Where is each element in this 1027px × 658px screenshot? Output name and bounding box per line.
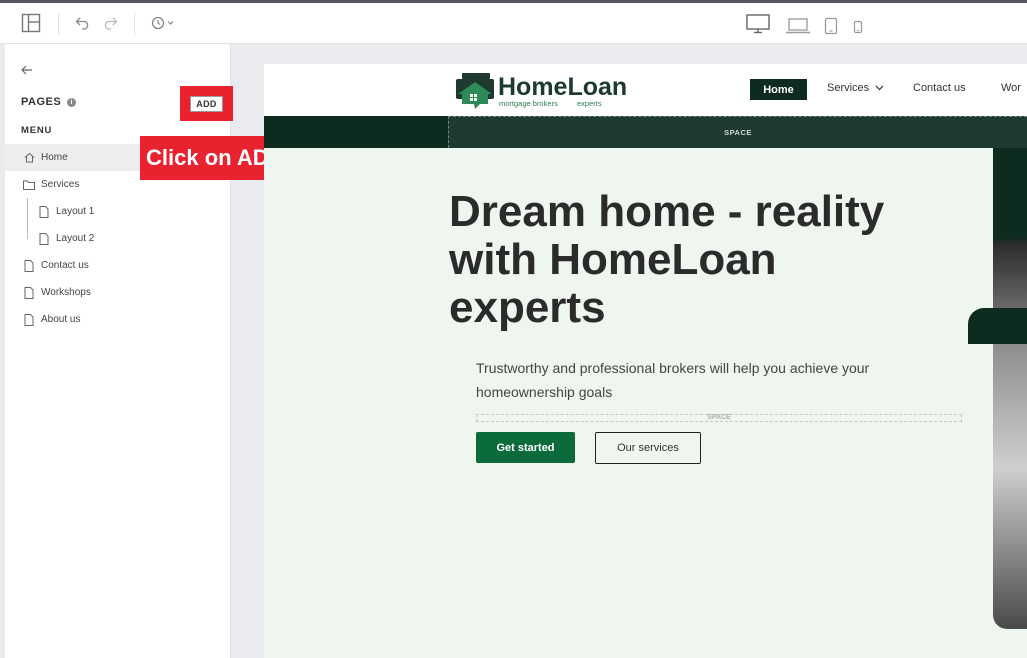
site-logo[interactable]: HomeLoan mortgage brokers experts [452,72,627,110]
sidebar-item-layout-2[interactable]: Layout 2 [5,225,231,252]
info-icon[interactable]: i [67,97,77,107]
logo-tagline-right: experts [577,99,602,108]
tablet-icon[interactable] [822,15,840,37]
hero-title-line: experts [449,283,606,332]
site-header: HomeLoan mortgage brokers experts Home S… [264,64,1027,116]
add-page-button[interactable]: ADD [190,95,223,112]
top-toolbar [0,0,1027,44]
hero-title-line: Dream home - reality [449,187,885,236]
sidebar-item-label: Layout 2 [56,233,95,244]
logo-text: HomeLoan [498,73,628,101]
house-logo-icon [456,73,494,109]
toolbar-divider [58,13,59,35]
mobile-icon[interactable] [851,18,865,36]
add-page-highlight: ADD [180,86,233,121]
home-icon [23,152,35,164]
undo-icon[interactable] [74,13,92,33]
sidebar-item-label: Workshops [41,287,91,298]
page-icon [38,205,50,218]
get-started-button[interactable]: Get started [476,432,575,463]
pages-heading: PAGES i [21,96,77,108]
page-canvas[interactable]: HomeLoan mortgage brokers experts Home S… [264,64,1027,658]
history-icon[interactable] [149,13,177,33]
sidebar-item-label: Home [41,152,68,163]
redo-icon[interactable] [101,13,119,33]
site-nav-services-label: Services [827,82,870,94]
hero-subtitle-line: Trustworthy and professional brokers wil… [476,360,870,376]
sidebar-item-label: Layout 1 [56,206,95,217]
hero-subtitle[interactable]: Trustworthy and professional brokers wil… [476,356,916,404]
page-icon [23,286,35,299]
page-icon [38,232,50,245]
laptop-icon[interactable] [784,15,812,37]
sidebar-item-about-us[interactable]: About us [5,306,231,333]
site-nav-services[interactable]: Services [827,82,884,94]
layout-icon[interactable] [20,12,42,34]
site-nav-home[interactable]: Home [750,79,807,100]
toolbar-divider [134,13,135,35]
desktop-icon[interactable] [744,12,772,36]
sidebar-item-label: Services [41,179,80,190]
site-nav-workshops[interactable]: Wor [1001,82,1021,94]
hero-subtitle-line: homeownership goals [476,384,613,400]
space-block[interactable]: SPACE [448,116,1027,148]
page-icon [23,313,35,326]
sidebar-item-label: About us [41,314,81,325]
hero-title-line: with HomeLoan [449,235,777,284]
sidebar-item-layout-1[interactable]: Layout 1 [5,198,231,225]
sidebar-item-label: Contact us [41,260,89,271]
folder-icon [23,179,35,191]
menu-heading: MENU [21,125,53,136]
sidebar-item-contact-us[interactable]: Contact us [5,252,231,279]
hero-title[interactable]: Dream home - reality with HomeLoan exper… [449,188,969,332]
hero-space-block[interactable]: SPACE [476,414,962,422]
site-nav-contact[interactable]: Contact us [913,82,966,94]
logo-tagline-left: mortgage brokers [499,99,558,108]
pages-label: PAGES [21,96,62,108]
page-icon [23,259,35,272]
sidebar-item-workshops[interactable]: Workshops [5,279,231,306]
back-arrow-icon[interactable] [21,62,33,78]
chevron-down-icon [875,85,884,91]
hero-decor-tab [968,308,1027,344]
our-services-button[interactable]: Our services [595,432,701,464]
hero-image[interactable] [993,148,1027,629]
